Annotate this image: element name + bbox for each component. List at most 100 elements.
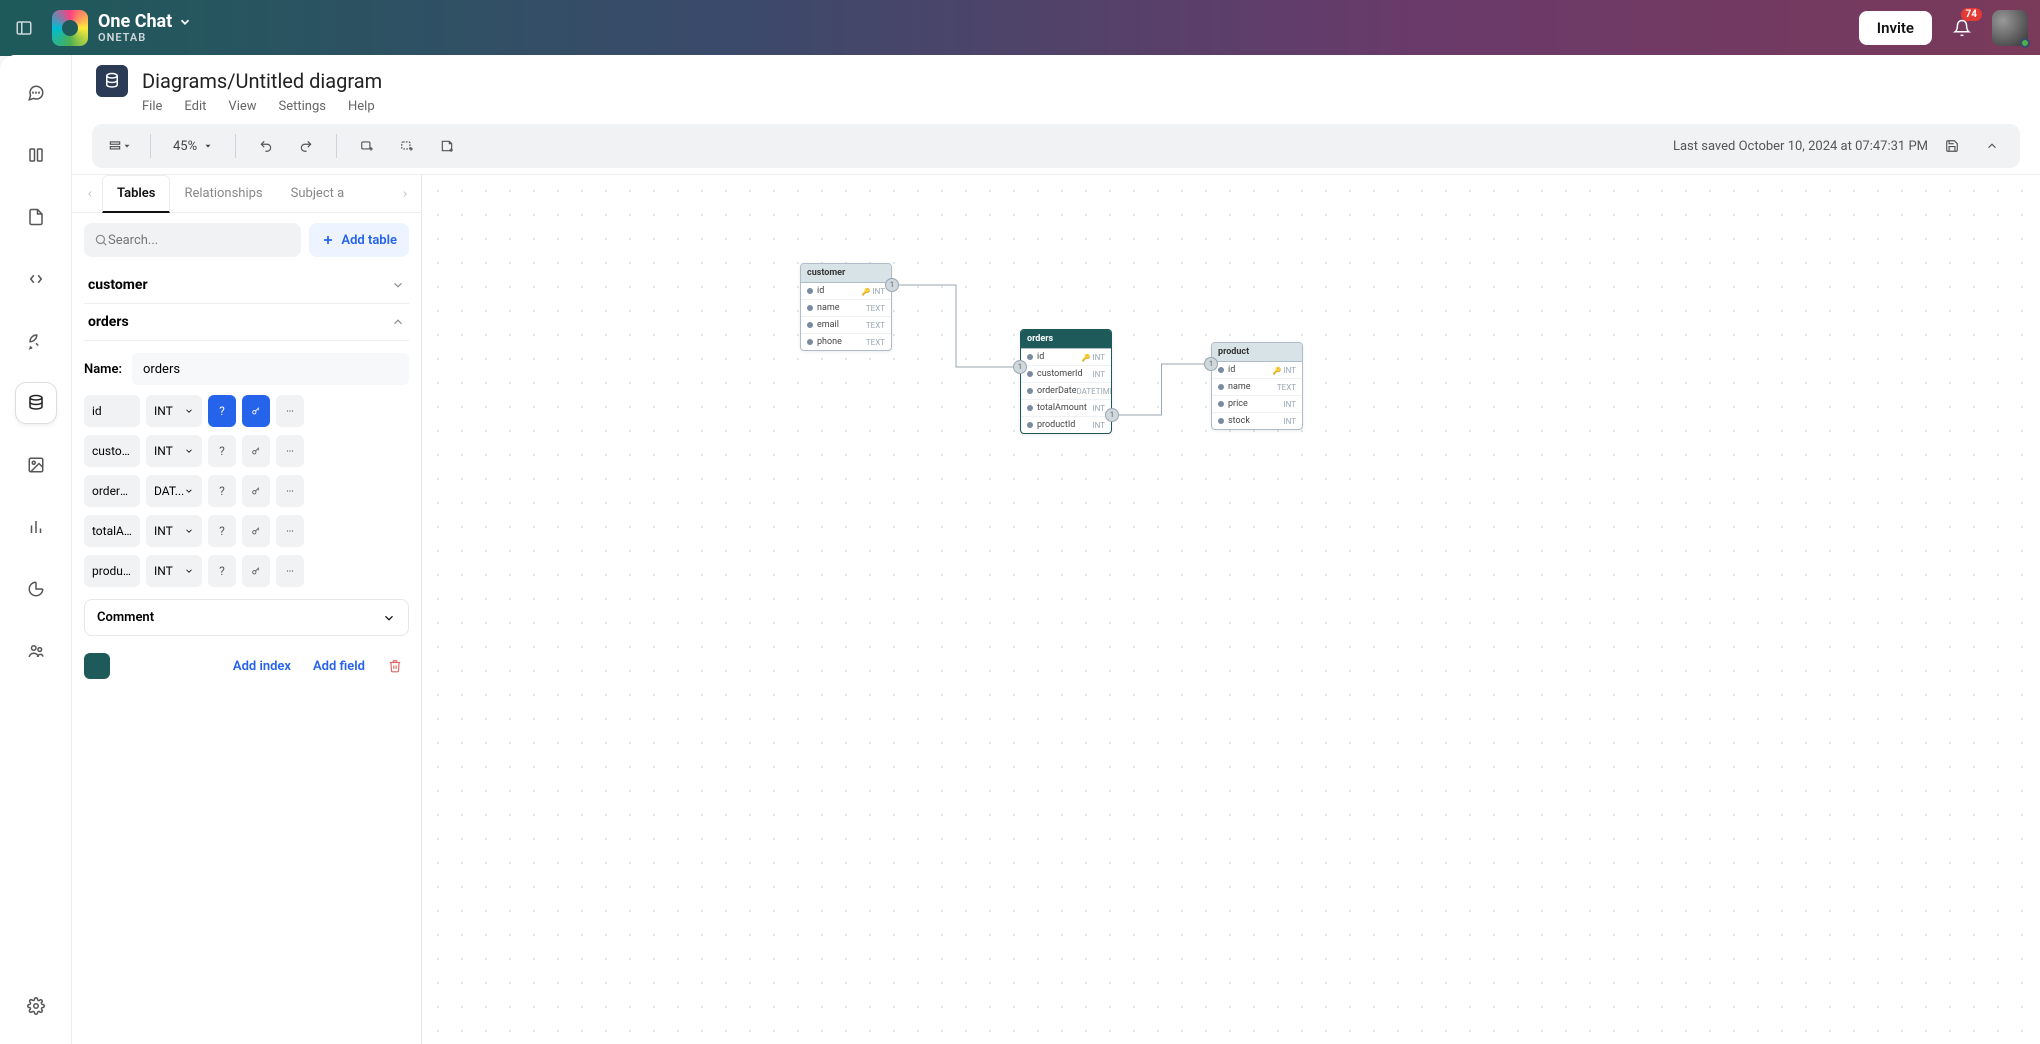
add-area-button[interactable] [391, 130, 423, 162]
notifications-button[interactable]: 74 [1948, 14, 1976, 42]
relation-endpoint[interactable]: 1 [1013, 360, 1027, 374]
entity-field: customerId INT [1021, 366, 1111, 383]
table-item-customer[interactable]: customer [84, 267, 409, 304]
avatar[interactable] [1992, 10, 2028, 46]
primary-key-toggle[interactable] [242, 475, 270, 507]
field-name-input[interactable] [84, 475, 140, 507]
rail-media[interactable] [16, 445, 56, 485]
entity-field: totalAmount INT [1021, 400, 1111, 417]
invite-button[interactable]: Invite [1859, 11, 1932, 45]
field-type-select[interactable]: DAT... [146, 475, 202, 507]
layout-button[interactable] [104, 130, 136, 162]
entity-header[interactable]: product [1212, 343, 1302, 362]
delete-table-button[interactable] [381, 652, 409, 680]
field-name-input[interactable] [84, 555, 140, 587]
name-label: Name: [84, 362, 122, 377]
entity-header[interactable]: customer [801, 264, 891, 283]
collapse-button[interactable] [1976, 130, 2008, 162]
menu-view[interactable]: View [228, 99, 256, 114]
field-type-select[interactable]: INT [146, 515, 202, 547]
rail-settings[interactable] [16, 986, 56, 1026]
table-item-orders[interactable]: orders [84, 304, 409, 341]
add-entity-button[interactable] [351, 130, 383, 162]
add-note-button[interactable] [431, 130, 463, 162]
nullable-toggle[interactable]: ? [208, 435, 236, 467]
nullable-toggle[interactable]: ? [208, 395, 236, 427]
last-saved-text: Last saved October 10, 2024 at 07:47:31 … [1673, 139, 1928, 154]
table-color-swatch[interactable] [84, 653, 110, 679]
menu-settings[interactable]: Settings [279, 99, 326, 114]
rail-chat[interactable] [16, 73, 56, 113]
chevron-down-icon[interactable] [178, 15, 192, 29]
chevron-down-icon [391, 278, 405, 292]
relation-endpoint[interactable]: 1 [1105, 408, 1119, 422]
menu-file[interactable]: File [142, 99, 162, 114]
entity-field: id 🔑INT [1021, 349, 1111, 366]
primary-key-toggle[interactable] [242, 555, 270, 587]
field-more-button[interactable] [276, 475, 304, 507]
entity-customer[interactable]: customer id 🔑INT name TEXT email TEXT ph… [800, 263, 892, 351]
nullable-toggle[interactable]: ? [208, 475, 236, 507]
field-more-button[interactable] [276, 435, 304, 467]
entity-field: stock INT [1212, 413, 1302, 429]
entity-field: name TEXT [801, 300, 891, 317]
rail-database[interactable] [16, 383, 56, 423]
tabs-next[interactable] [393, 182, 417, 206]
menu-help[interactable]: Help [348, 99, 375, 114]
field-row: INT ? [84, 515, 409, 547]
entity-field: price INT [1212, 396, 1302, 413]
field-row: DAT... ? [84, 475, 409, 507]
diagram-canvas[interactable]: customer id 🔑INT name TEXT email TEXT ph… [422, 175, 2040, 1044]
breadcrumb[interactable]: Diagrams/Untitled diagram [142, 69, 382, 93]
entity-field: productId INT [1021, 417, 1111, 433]
field-type-select[interactable]: INT [146, 395, 202, 427]
tab-subject[interactable]: Subject a [277, 175, 359, 212]
comment-section[interactable]: Comment [84, 599, 409, 636]
primary-key-toggle[interactable] [242, 435, 270, 467]
field-more-button[interactable] [276, 395, 304, 427]
nullable-toggle[interactable]: ? [208, 555, 236, 587]
field-type-select[interactable]: INT [146, 555, 202, 587]
rail-docs[interactable] [16, 197, 56, 237]
field-name-input[interactable] [84, 395, 140, 427]
tab-tables[interactable]: Tables [102, 175, 170, 213]
rail-team[interactable] [16, 631, 56, 671]
field-more-button[interactable] [276, 555, 304, 587]
entity-orders[interactable]: orders id 🔑INT customerId INT orderDate … [1020, 329, 1112, 434]
chevron-up-icon [391, 315, 405, 329]
rail-analytics[interactable] [16, 507, 56, 547]
rail-deploy[interactable] [16, 321, 56, 361]
nullable-toggle[interactable]: ? [208, 515, 236, 547]
search-icon [94, 233, 108, 247]
tab-relationships[interactable]: Relationships [170, 175, 276, 212]
table-name-input[interactable] [132, 353, 409, 385]
rail-api[interactable] [16, 259, 56, 299]
add-index-button[interactable]: Add index [227, 655, 297, 678]
field-row: INT ? [84, 395, 409, 427]
notifications-badge: 74 [1961, 8, 1982, 21]
undo-button[interactable] [250, 130, 282, 162]
app-name: One Chat [98, 12, 172, 32]
redo-button[interactable] [290, 130, 322, 162]
field-more-button[interactable] [276, 515, 304, 547]
field-name-input[interactable] [84, 515, 140, 547]
primary-key-toggle[interactable] [242, 395, 270, 427]
rail-boards[interactable] [16, 135, 56, 175]
search-input[interactable] [108, 233, 291, 248]
primary-key-toggle[interactable] [242, 515, 270, 547]
zoom-select[interactable]: 45% [165, 139, 221, 154]
add-field-button[interactable]: Add field [307, 655, 371, 678]
add-table-button[interactable]: Add table [309, 223, 409, 257]
tabs-prev[interactable] [78, 182, 102, 206]
entity-header[interactable]: orders [1021, 330, 1111, 349]
field-name-input[interactable] [84, 435, 140, 467]
panel-toggle-icon[interactable] [12, 16, 36, 40]
save-button[interactable] [1936, 130, 1968, 162]
rail-reports[interactable] [16, 569, 56, 609]
field-row: INT ? [84, 435, 409, 467]
relation-endpoint[interactable]: 1 [885, 278, 899, 292]
field-type-select[interactable]: INT [146, 435, 202, 467]
entity-product[interactable]: product id 🔑INT name TEXT price INT stoc… [1211, 342, 1303, 430]
menu-edit[interactable]: Edit [184, 99, 206, 114]
relation-endpoint[interactable]: 1 [1204, 357, 1218, 371]
